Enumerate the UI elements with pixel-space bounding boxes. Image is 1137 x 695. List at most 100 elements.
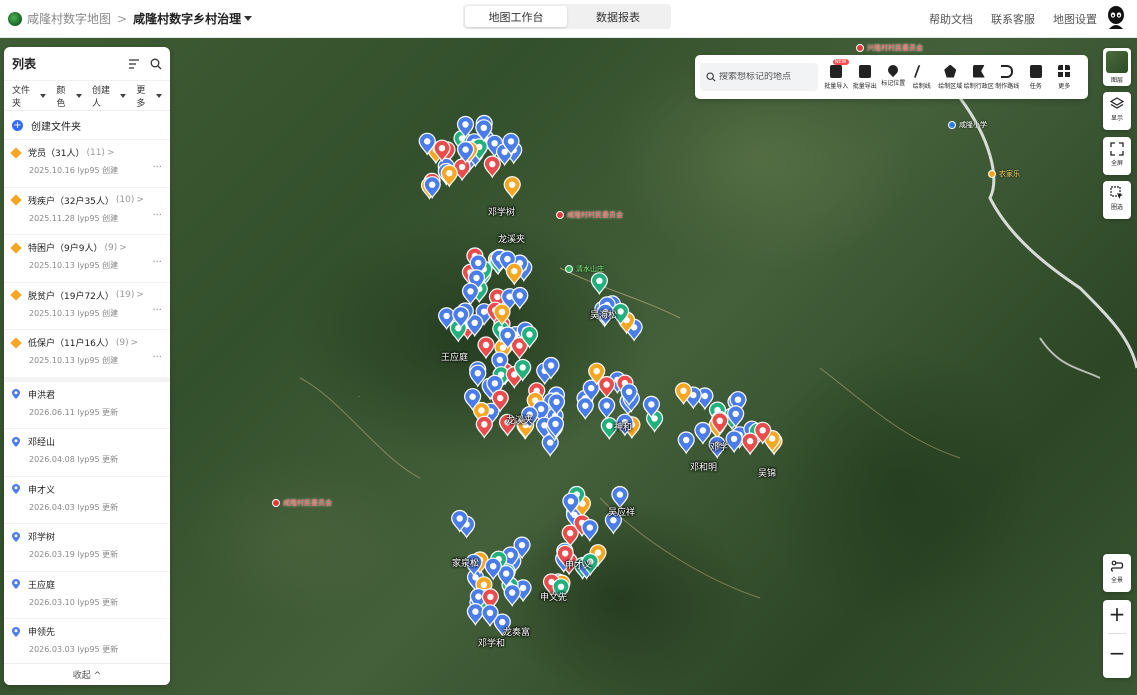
expand-icon — [1110, 142, 1124, 156]
marker-label[interactable]: 吴锦 — [758, 466, 776, 479]
map-canvas[interactable]: · — [0, 38, 1137, 695]
more-options-icon[interactable]: ··· — [152, 305, 162, 316]
restaurant-icon — [988, 170, 996, 178]
search-icon[interactable] — [150, 58, 162, 70]
batch-export-button[interactable]: 批量导出 — [851, 64, 880, 90]
tasks-button[interactable]: 任务 — [1022, 64, 1051, 90]
zoom-in-button[interactable]: + — [1103, 600, 1131, 628]
user-avatar-icon[interactable] — [1105, 5, 1127, 31]
more-options-icon[interactable]: ··· — [152, 162, 162, 173]
panorama-button[interactable]: 全景 — [1103, 554, 1131, 592]
list-item[interactable]: 申才义 2026.04.03 lyp95 更新 — [4, 475, 170, 524]
make-route-button[interactable]: 制作路线 — [993, 64, 1022, 90]
more-options-icon[interactable]: ··· — [152, 210, 162, 221]
list-item[interactable]: 邓学树 2026.03.19 lyp95 更新 — [4, 523, 170, 571]
chevron-right-icon: > — [119, 242, 127, 253]
chevron-down-icon[interactable] — [244, 16, 253, 21]
location-dot-icon — [556, 211, 564, 219]
location-pin-icon — [12, 484, 20, 494]
chevron-right-icon: > — [130, 337, 139, 348]
search-icon — [706, 72, 716, 82]
sort-icon[interactable] — [128, 58, 140, 70]
search-box — [700, 63, 818, 91]
batch-import-button[interactable]: NEW 批量导入 — [822, 58, 851, 90]
chevron-right-icon: > — [106, 147, 115, 158]
zoom-controls: + − — [1103, 600, 1131, 678]
poi-village-committee[interactable]: 咸隆村民委员会 — [272, 498, 332, 508]
folder-item[interactable]: 党员（31人） (11) > 2025.10.16 lyp95 创建 ··· — [4, 139, 170, 187]
contact-support-link[interactable]: 联系客服 — [991, 11, 1035, 27]
tool-group: NEW 批量导入 批量导出 标记位置 绘制线 绘制区域 绘制行政区 制作路线 任务… — [822, 58, 1079, 90]
draw-area-button[interactable]: 绘制区域 — [936, 64, 965, 90]
marker-label[interactable]: 申才义 — [565, 558, 592, 571]
chevron-down-icon — [40, 93, 47, 98]
app-logo-icon — [8, 11, 22, 26]
folder-diamond-icon — [10, 289, 22, 301]
display-button[interactable]: 显示 — [1103, 92, 1131, 130]
list-item[interactable]: 王应庭 2026.03.10 lyp95 更新 — [4, 570, 170, 619]
divider — [1108, 633, 1126, 634]
poi-village-committee[interactable]: 咸隆村村民委员会 — [556, 210, 623, 220]
tab-map-workbench[interactable]: 地图工作台 — [465, 6, 567, 27]
poi-restaurant[interactable]: 农家乐 — [988, 169, 1020, 179]
more-tools-button[interactable]: 更多 — [1050, 64, 1079, 90]
draw-line-button[interactable]: 绘制线 — [908, 64, 937, 90]
marker-label[interactable]: 邓学 — [710, 440, 728, 453]
tab-data-report[interactable]: 数据报表 — [567, 6, 669, 27]
search-input[interactable] — [719, 72, 814, 82]
help-docs-link[interactable]: 帮助文档 — [929, 11, 973, 27]
folder-item[interactable]: 脱贫户（19户72人） (19) > 2025.10.13 lyp95 创建 ··· — [4, 281, 170, 330]
route-icon — [1001, 64, 1014, 78]
school-icon — [948, 121, 956, 129]
marker-label[interactable]: 吴海松 — [590, 308, 617, 321]
layers-button[interactable]: 图层 — [1103, 48, 1131, 86]
create-folder-button[interactable]: + 创建文件夹 — [4, 111, 170, 139]
breadcrumb-current[interactable]: 咸隆村数字乡村治理 — [133, 10, 241, 27]
panel-title: 列表 — [12, 57, 37, 71]
map-toolbar: NEW批量导入 批量导出 标记位置 绘制线 绘制区域 绘制行政区 制作路线 任务… — [695, 55, 1088, 99]
marker-label[interactable]: 邓和明 — [690, 460, 717, 473]
marker-label[interactable]: 邓学和 — [478, 636, 505, 649]
marker-label[interactable]: 邓学树 — [488, 205, 515, 218]
map-settings-link[interactable]: 地图设置 — [1053, 11, 1097, 27]
mark-location-button[interactable]: 标记位置 — [879, 62, 908, 90]
marker-label[interactable]: 龙溪夹 — [498, 232, 525, 245]
list-item[interactable]: 邓经山 2026.04.08 lyp95 更新 — [4, 428, 170, 476]
filter-folder[interactable]: 文件夹 — [12, 83, 47, 109]
marker-label[interactable]: 龙溪夹 — [506, 413, 533, 426]
poi-resort[interactable]: 清水山庄 — [565, 264, 604, 274]
draw-admin-area-button[interactable]: 绘制行政区 — [964, 64, 994, 90]
filter-creator[interactable]: 创建人 — [92, 83, 127, 109]
more-options-icon[interactable]: ··· — [152, 257, 162, 268]
poi-village-committee[interactable]: 兴隆村村民委员会 — [856, 43, 923, 53]
marker-label[interactable]: 申文先 — [540, 590, 567, 603]
location-pin-icon — [12, 626, 20, 637]
list-item[interactable]: 申洪君 2026.06.11 lyp95 更新 — [4, 380, 170, 429]
marker-label[interactable]: 家泉松 — [452, 556, 479, 569]
plus-icon: + — [12, 119, 23, 131]
marker-label[interactable]: 王应庭 — [441, 350, 468, 363]
folder-item[interactable]: 低保户（11户16人） (9) > 2025.10.13 lyp95 创建 ··· — [4, 329, 170, 377]
zoom-out-button[interactable]: − — [1103, 639, 1131, 667]
polygon-icon — [944, 64, 957, 78]
poi-school[interactable]: 咸隆小学 — [948, 120, 987, 130]
fullscreen-button[interactable]: 全屏 — [1103, 137, 1131, 175]
folder-item[interactable]: 特困户（9户9人） (9) > 2025.10.13 lyp95 创建 ··· — [4, 234, 170, 282]
filter-color[interactable]: 颜色 — [56, 83, 82, 109]
list-item[interactable]: 申领先 2026.03.03 lyp95 更新 — [4, 618, 170, 666]
marker-label[interactable]: 龙奏富 — [503, 625, 530, 638]
filter-more[interactable]: 更多 — [136, 83, 162, 109]
location-dot-icon — [272, 499, 280, 507]
terrain-layer — [299, 97, 1137, 599]
marker-label[interactable]: 神和 — [614, 420, 632, 433]
top-links: 帮助文档 联系客服 地图设置 — [929, 11, 1097, 27]
marker-label[interactable]: 吴应祥 — [608, 505, 635, 518]
folder-item[interactable]: 残疾户（32户35人） (10) > 2025.11.28 lyp95 创建 ··· — [4, 186, 170, 235]
breadcrumb-root[interactable]: 咸隆村数字地图 — [27, 10, 111, 27]
collapse-panel-button[interactable]: 收起 ^ — [4, 663, 170, 685]
task-clipboard-icon — [1029, 64, 1042, 78]
lasso-select-button[interactable]: 圈选 — [1103, 181, 1131, 219]
select-cursor-icon — [1110, 186, 1123, 199]
line-icon — [913, 64, 931, 78]
more-options-icon[interactable]: ··· — [152, 352, 162, 363]
